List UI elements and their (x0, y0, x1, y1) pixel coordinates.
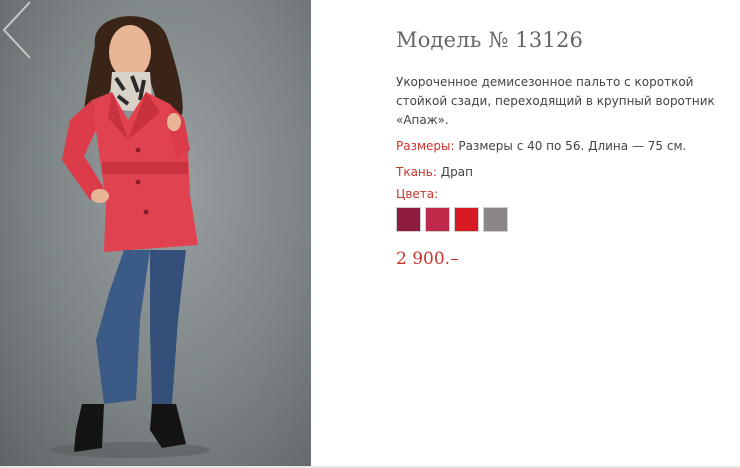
swatch-burgundy[interactable] (396, 207, 421, 232)
product-details: Модель № 13126 Укороченное демисезонное … (396, 28, 736, 269)
swatch-grey[interactable] (483, 207, 508, 232)
color-swatches (396, 207, 736, 232)
swatch-red[interactable] (454, 207, 479, 232)
chevron-left-icon[interactable] (0, 0, 32, 62)
sizes-row: Размеры: Размеры с 40 по 56. Длина — 75 … (396, 139, 736, 153)
fabric-row: Ткань: Драп (396, 165, 736, 179)
product-description: Укороченное демисезонное пальто с коротк… (396, 75, 715, 127)
sizes-label: Размеры: (396, 139, 455, 153)
product-title: Модель № 13126 (396, 28, 584, 52)
colors-label: Цвета: (396, 187, 439, 201)
sizes-value: Размеры с 40 по 56. Длина — 75 см. (458, 139, 687, 153)
product-price: 2 900.– (396, 249, 459, 269)
model-figure (50, 16, 210, 458)
fabric-value: Драп (440, 165, 473, 179)
swatch-raspberry[interactable] (425, 207, 450, 232)
fabric-label: Ткань: (396, 165, 437, 179)
product-photo (0, 0, 311, 466)
colors-row: Цвета: (396, 187, 736, 201)
